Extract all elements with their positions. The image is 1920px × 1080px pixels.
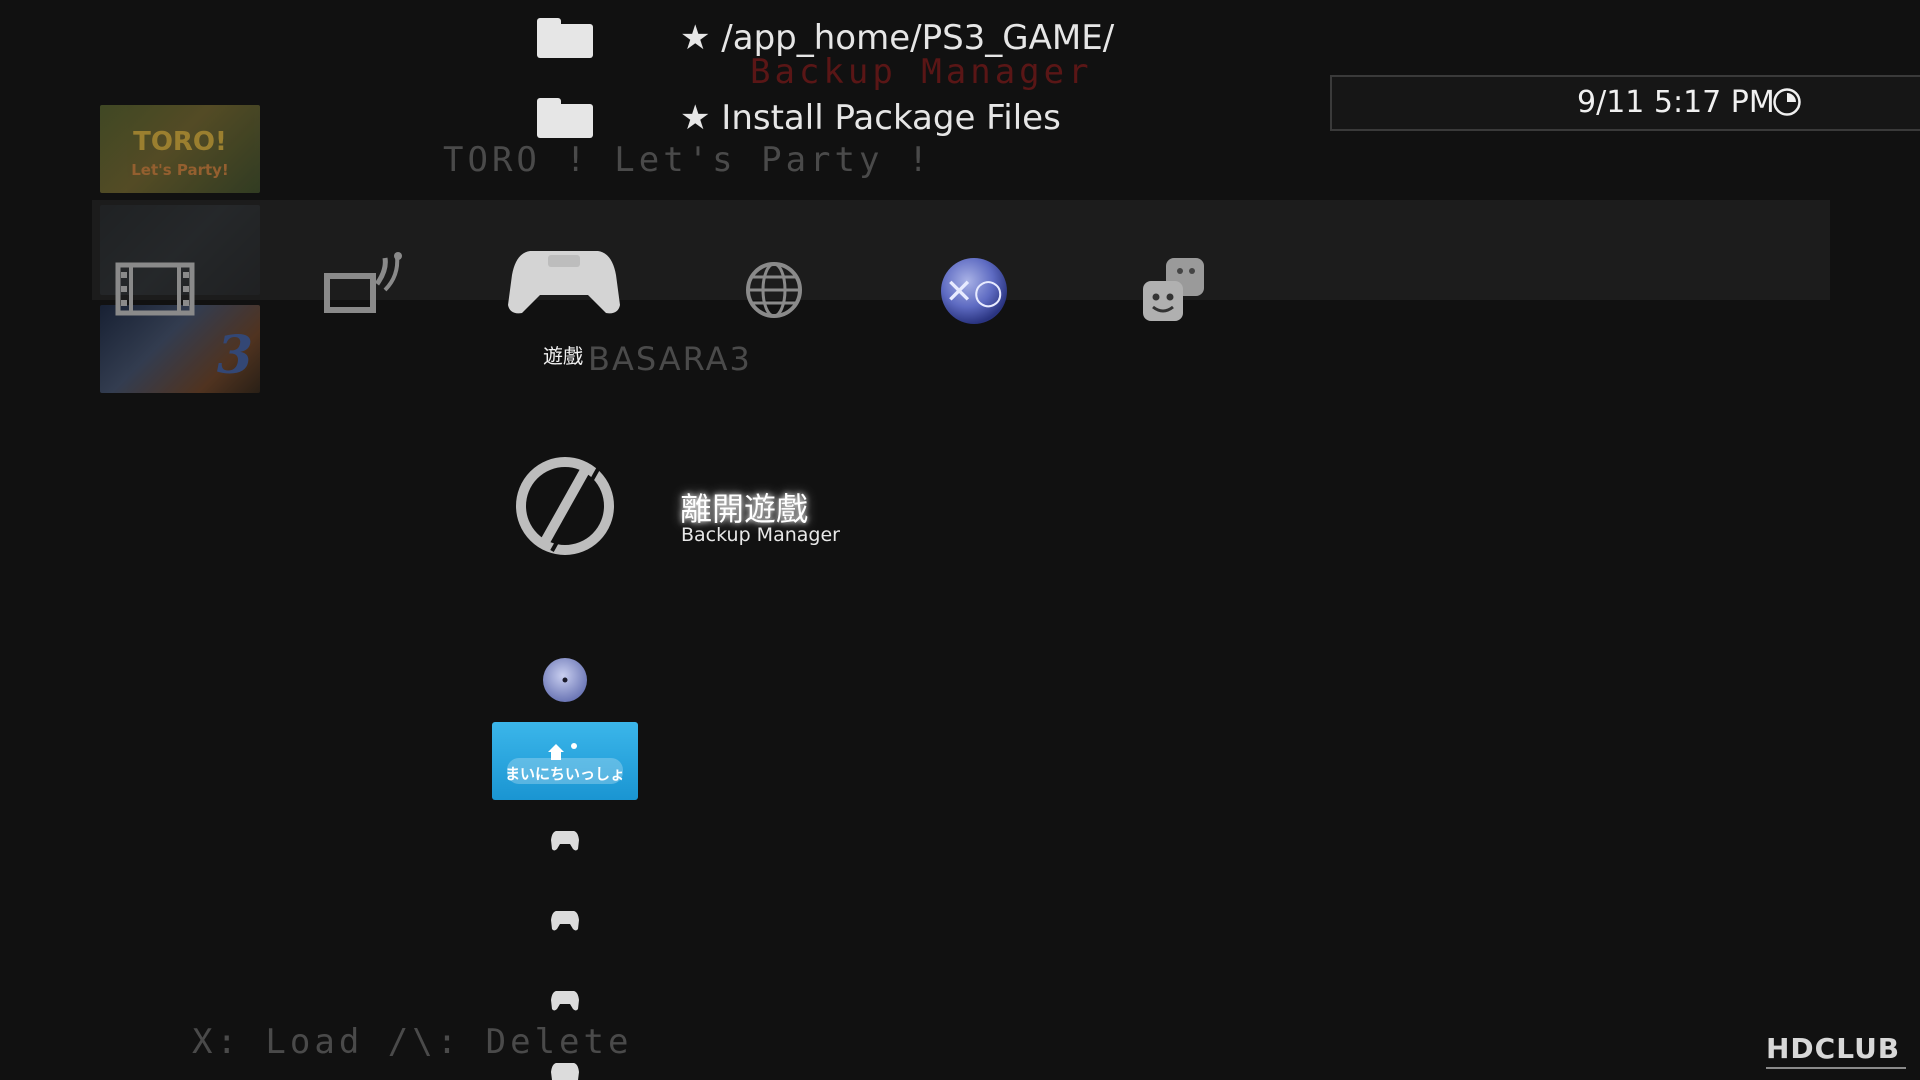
ghost-basara-name: BASARA3 (588, 340, 752, 378)
folder-icon[interactable] (537, 98, 593, 138)
category-label-game: 遊戲 (543, 344, 583, 368)
controller-small-icon[interactable] (551, 988, 579, 1012)
controller-icon[interactable] (508, 245, 620, 317)
ghost-game-name: TORO ! Let's Party ! (443, 140, 933, 180)
svg-text:Let's Party!: Let's Party! (131, 161, 229, 179)
ghost-app-title: Backup Manager (750, 52, 1093, 92)
mainichi-issyo-icon[interactable]: まいにちいっしょ (492, 722, 638, 800)
toro-logo-art: TORO! Let's Party! (131, 127, 229, 179)
film-icon[interactable] (115, 262, 195, 316)
controller-small-icon[interactable] (551, 1060, 579, 1080)
hdclub-watermark: HDCLUB (1766, 1032, 1908, 1074)
quit-icon[interactable] (514, 455, 616, 557)
psn-icon[interactable]: ✕○ (938, 255, 1010, 327)
globe-icon[interactable] (744, 260, 804, 320)
controller-small-icon[interactable] (551, 828, 579, 852)
clock-panel: 9/11 5:17 PM (1330, 75, 1920, 131)
selected-item-subtitle: Backup Manager (681, 524, 840, 546)
house-icon (507, 743, 623, 784)
svg-text:✕○: ✕○ (945, 272, 1003, 312)
basara-logo-art: 3 (217, 325, 253, 386)
folder-icon[interactable] (537, 18, 593, 58)
disc-icon[interactable] (542, 657, 588, 703)
svg-text:3: 3 (217, 325, 253, 386)
svg-text:TORO!: TORO! (133, 127, 227, 157)
clock-time: 9/11 5:17 PM (1577, 85, 1775, 120)
hdclub-watermark-text: HDCLUB (1766, 1032, 1901, 1065)
control-hint: X: Load /\: Delete (192, 1022, 633, 1062)
tv-icon[interactable] (323, 250, 405, 316)
game-thumbnail-basara: 3 (100, 305, 260, 393)
mainichi-issyo-text: まいにちいっしょ (504, 765, 625, 783)
controller-small-icon[interactable] (551, 908, 579, 932)
menu-item-install-package-files[interactable]: ★ Install Package Files (680, 98, 1061, 138)
game-thumbnail-toro: TORO! Let's Party! (100, 105, 260, 193)
clock-icon (1773, 88, 1801, 116)
friends-icon[interactable] (1140, 255, 1210, 325)
menu-item-app-home[interactable]: ★ /app_home/PS3_GAME/ (680, 18, 1114, 58)
